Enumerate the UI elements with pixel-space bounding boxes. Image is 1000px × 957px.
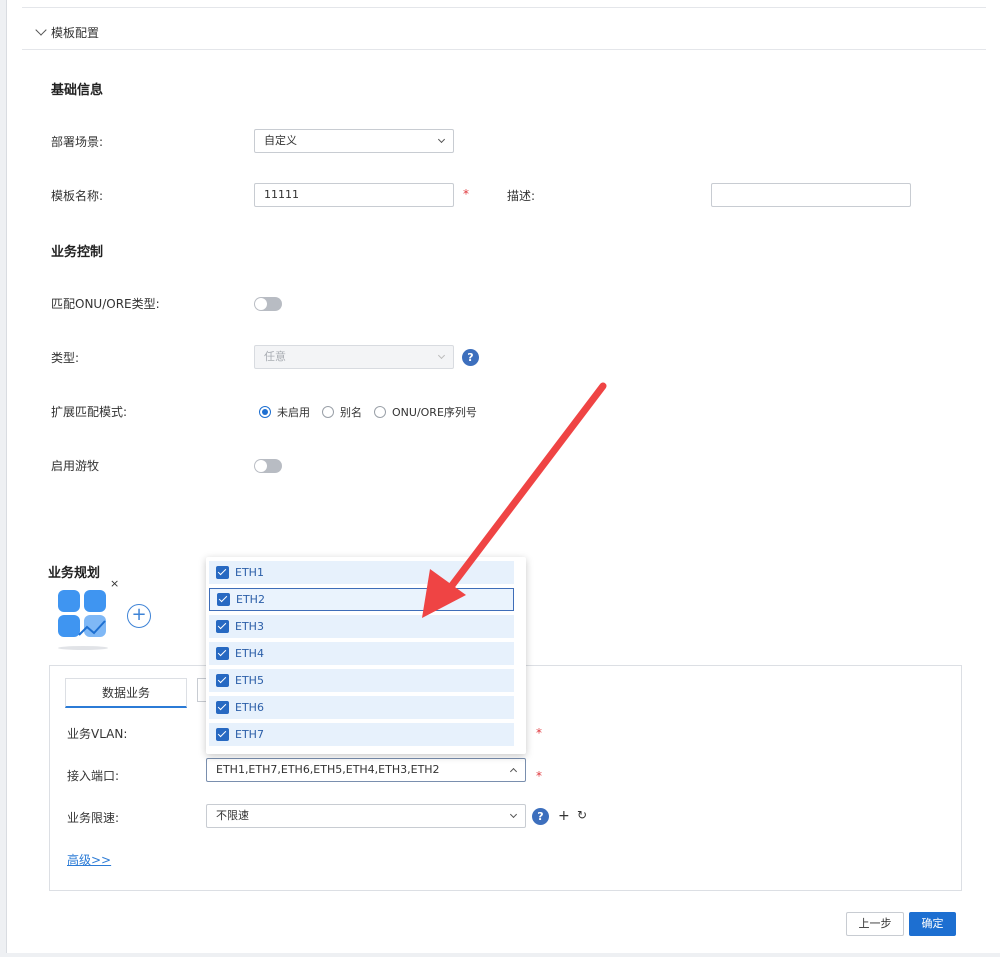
previous-step-button[interactable]: 上一步 [846,912,904,936]
annotation-arrow [422,382,607,618]
bottom-edge [0,953,1000,957]
confirm-button[interactable]: 确定 [909,912,956,936]
